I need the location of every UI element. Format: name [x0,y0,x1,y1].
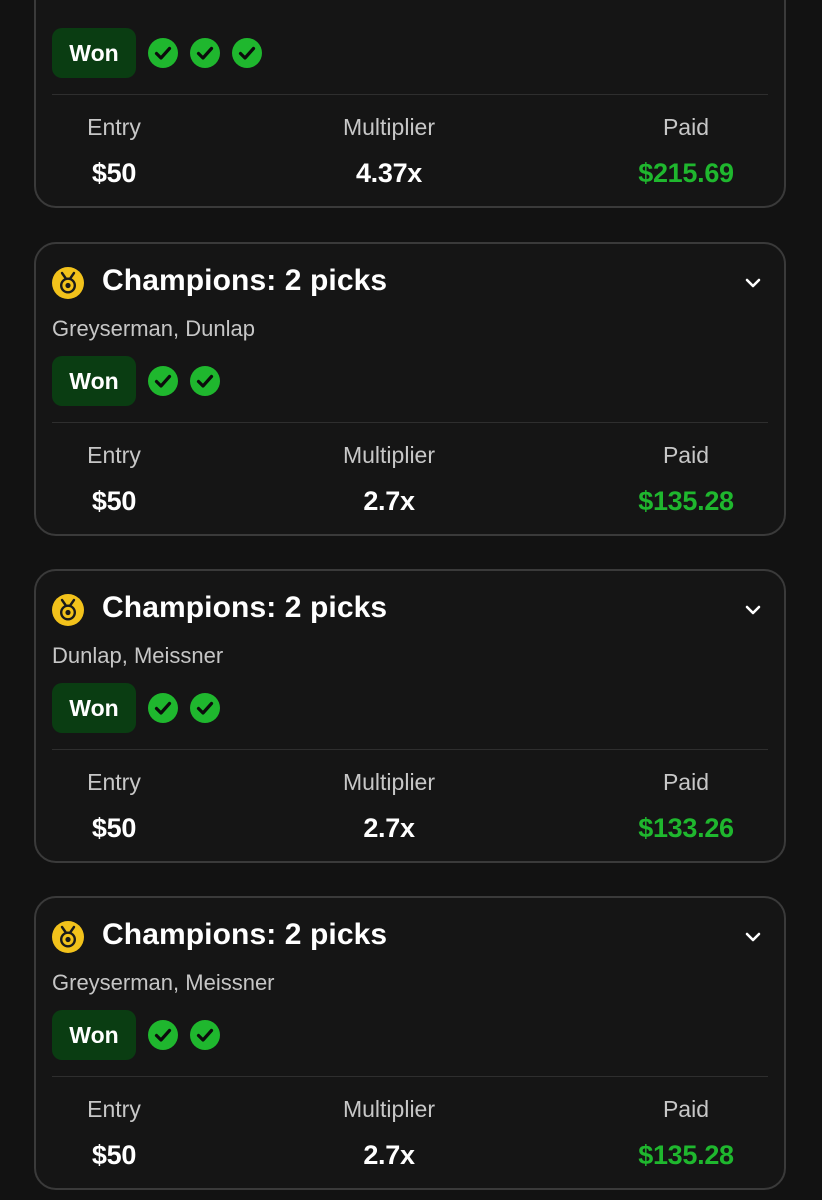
paid-value: $133.26 [638,813,734,843]
card-header[interactable]: Champions: 2 picks [36,571,784,651]
check-circle-icon [190,693,220,723]
medal-icon [52,267,84,299]
check-circle-icon [190,38,220,68]
multiplier-label: Multiplier [342,114,436,140]
won-badge: Won [52,28,136,78]
won-badge: Won [52,683,136,733]
multiplier-label: Multiplier [342,442,436,468]
entry-label: Entry [87,769,141,795]
paid-label: Paid [662,442,710,468]
check-circle-icon [148,1020,178,1050]
chevron-down-icon[interactable] [742,599,764,621]
medal-icon [52,594,84,626]
multiplier-value: 2.7x [363,813,415,843]
card-players: Greyserman, Meissner [52,970,275,995]
paid-value: $135.28 [638,1140,734,1170]
paid-label: Paid [662,114,710,140]
card-title: Champions: 2 picks [102,918,388,951]
card-title: Champions: 2 picks [102,264,388,297]
card-title: Champions: 2 picks [102,591,388,624]
entry-card-3[interactable]: Champions: 2 picks Greyserman, Meissner … [34,896,786,1190]
entry-label: Entry [87,1096,141,1122]
paid-label: Paid [662,1096,710,1122]
paid-value: $215.69 [638,158,734,188]
entry-value: $50 [91,158,137,188]
entry-label: Entry [87,114,141,140]
chevron-down-icon[interactable] [742,926,764,948]
medal-icon [52,921,84,953]
paid-label: Paid [662,769,710,795]
divider [52,422,768,423]
entry-card-0[interactable]: Won Entry Multiplier Paid $50 4.37x $215… [34,0,786,208]
check-circle-icon [190,366,220,396]
check-circle-icon [148,693,178,723]
divider [52,1076,768,1077]
card-players: Greyserman, Dunlap [52,316,255,341]
card-players: Dunlap, Meissner [52,643,224,668]
multiplier-value: 2.7x [363,1140,415,1170]
entry-label: Entry [87,442,141,468]
divider [52,94,768,95]
multiplier-label: Multiplier [342,1096,436,1122]
check-circle-icon [148,38,178,68]
won-badge: Won [52,1010,136,1060]
entry-value: $50 [91,486,137,516]
entry-value: $50 [91,1140,137,1170]
chevron-down-icon[interactable] [742,272,764,294]
card-header[interactable]: Champions: 2 picks [36,244,784,324]
check-circle-icon [148,366,178,396]
entry-card-2[interactable]: Champions: 2 picks Dunlap, Meissner Won … [34,569,786,863]
divider [52,749,768,750]
check-circle-icon [232,38,262,68]
multiplier-value: 2.7x [363,486,415,516]
entry-card-1[interactable]: Champions: 2 picks Greyserman, Dunlap Wo… [34,242,786,536]
paid-value: $135.28 [638,486,734,516]
check-circle-icon [190,1020,220,1050]
multiplier-value: 4.37x [355,158,423,188]
multiplier-label: Multiplier [342,769,436,795]
entry-value: $50 [91,813,137,843]
card-header[interactable]: Champions: 2 picks [36,898,784,978]
won-badge: Won [52,356,136,406]
